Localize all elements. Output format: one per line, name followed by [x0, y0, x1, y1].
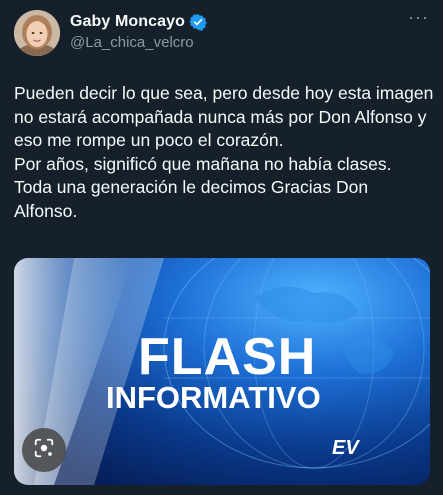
more-options-button[interactable]: ···: [408, 8, 429, 26]
verified-badge-icon: [189, 13, 207, 31]
tweet-card: Gaby Moncayo @La_chica_velcro ··· Pueden…: [0, 0, 443, 495]
visual-search-button[interactable]: [22, 428, 66, 472]
more-horizontal-icon: ···: [408, 7, 429, 27]
visual-search-icon: [33, 437, 55, 464]
tweet-media-image[interactable]: FLASH INFORMATIVO EV: [14, 258, 430, 485]
author-row: Gaby Moncayo: [70, 12, 207, 32]
tweet-text: Pueden decir lo que sea, pero desde hoy …: [14, 83, 434, 221]
author-handle[interactable]: @La_chica_velcro: [70, 34, 194, 51]
media-logo: EV: [332, 437, 360, 459]
media-subheadline: INFORMATIVO: [106, 380, 321, 415]
media-headline: FLASH: [138, 328, 316, 386]
display-name[interactable]: Gaby Moncayo: [70, 13, 185, 31]
avatar[interactable]: [14, 10, 60, 56]
